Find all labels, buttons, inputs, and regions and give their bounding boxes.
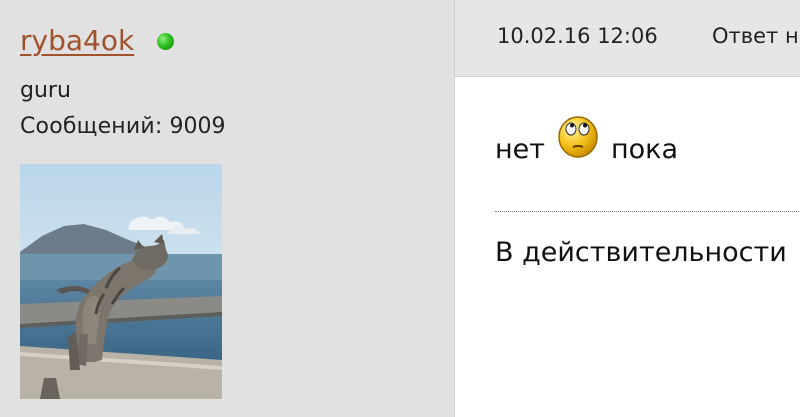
user-rank: guru [20,78,71,103]
post-message: нет пока [495,115,679,165]
online-status-icon [157,32,175,50]
cat-on-railing-image [20,164,222,399]
reply-link[interactable]: Ответ н [712,24,799,48]
username-link[interactable]: ryba4ok [20,24,134,57]
username-row: ryba4ok [20,22,175,58]
user-post-count: Сообщений: 9009 [20,114,226,139]
rolling-eyes-smiley-icon [557,115,599,161]
signature-text: В действительности [495,237,787,268]
user-sidebar: ryba4ok guru Сообщений: 9009 [0,0,455,417]
avatar[interactable] [20,164,222,399]
post-date: 10.02.16 12:06 [497,24,658,48]
post-body: нет пока В действительности [455,77,800,417]
post-count-label: Сообщений: [20,114,163,139]
message-text-after: пока [611,134,679,165]
message-text-before: нет [495,134,545,165]
post-count-value: 9009 [169,114,226,139]
signature-separator [495,211,800,212]
post-header: 10.02.16 12:06 Ответ н [455,0,800,77]
